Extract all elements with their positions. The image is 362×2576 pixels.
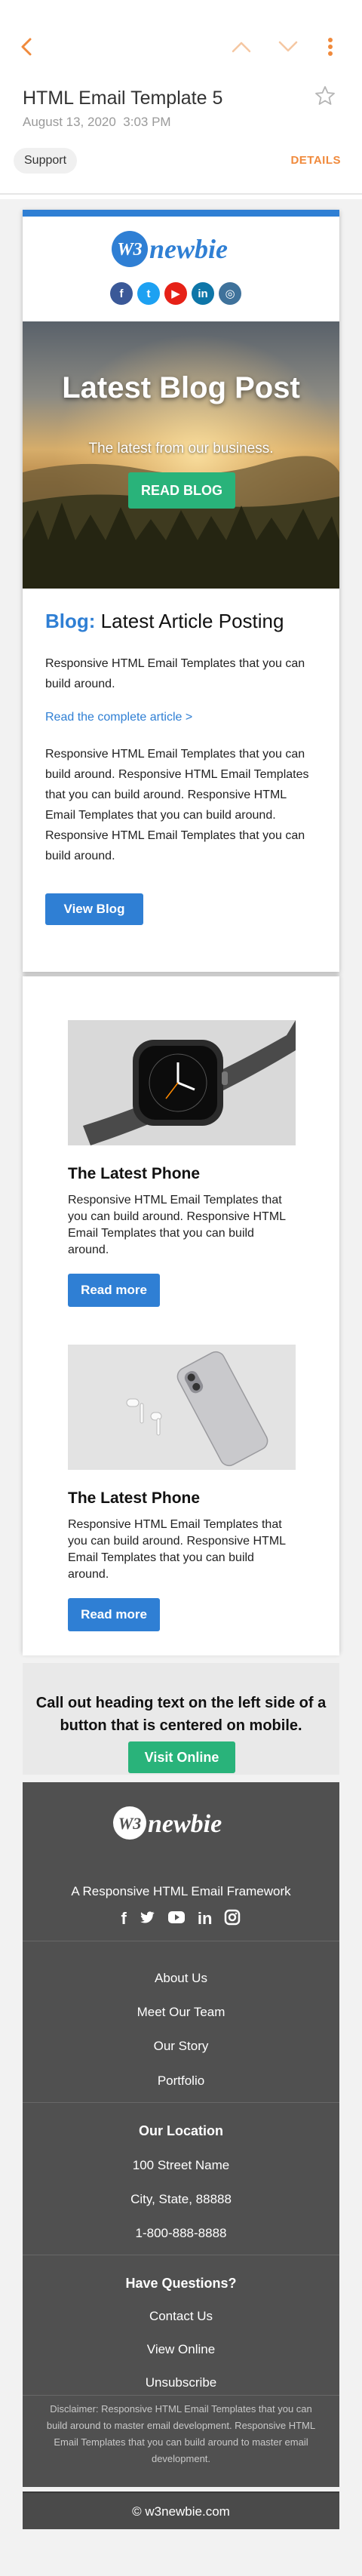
copyright-text[interactable]: © w3newbie.com: [23, 2491, 339, 2529]
instagram-icon[interactable]: [224, 1909, 241, 1932]
app-bar: [0, 0, 362, 100]
read-more-button[interactable]: Read more: [68, 1598, 160, 1631]
social-icons-row: f t ▶ in ◎: [110, 282, 253, 308]
phone-image: [68, 1345, 296, 1470]
twitter-icon[interactable]: [139, 1909, 155, 1932]
email-subject: HTML Email Template 5: [23, 88, 223, 109]
phone-number[interactable]: 1-800-888-8888: [0, 2226, 362, 2241]
read-blog-button[interactable]: READ BLOG: [128, 472, 235, 509]
twitter-icon[interactable]: t: [137, 282, 160, 305]
read-article-link[interactable]: Read the complete article >: [45, 711, 192, 724]
product-title: The Latest Phone: [68, 1165, 201, 1182]
star-icon[interactable]: [314, 85, 336, 107]
read-more-button[interactable]: Read more: [68, 1274, 160, 1307]
footer-divider: [23, 2395, 339, 2396]
footer-link-about[interactable]: About Us: [0, 1971, 362, 1986]
footer-link-story[interactable]: Our Story: [0, 2039, 362, 2054]
details-button[interactable]: DETAILS: [290, 154, 341, 167]
footer-link-portfolio[interactable]: Portfolio: [0, 2073, 362, 2089]
footer-logo[interactable]: W3 newbie: [106, 1802, 256, 1844]
blog-heading-text: Latest Article Posting: [100, 610, 284, 632]
footer-divider: [23, 2102, 339, 2103]
youtube-icon[interactable]: [167, 1909, 186, 1932]
label-chip[interactable]: Support: [14, 148, 78, 174]
questions-heading: Have Questions?: [125, 2276, 237, 2291]
contact-us-link[interactable]: Contact Us: [0, 2309, 362, 2324]
hero-title: Latest Blog Post: [62, 371, 300, 404]
blog-keyword: Blog:: [45, 610, 96, 632]
footer-logo-text: newbie: [148, 1810, 222, 1838]
callout-heading: Call out heading text on the left side o…: [35, 1695, 327, 1734]
next-message-icon[interactable]: [278, 39, 299, 54]
location-heading: Our Location: [139, 2123, 223, 2138]
view-online-link[interactable]: View Online: [0, 2342, 362, 2357]
back-arrow-icon[interactable]: [17, 36, 38, 57]
logo-badge: W3: [117, 240, 142, 260]
product-description: Responsive HTML Email Templates that you…: [68, 1518, 286, 1581]
facebook-icon[interactable]: f: [110, 282, 133, 305]
blog-heading: Blog: Latest Article Posting: [45, 610, 284, 633]
visit-online-button[interactable]: Visit Online: [128, 1741, 235, 1773]
date-value: August 13, 2020: [23, 115, 116, 129]
instagram-icon[interactable]: ◎: [219, 282, 241, 305]
address-street: 100 Street Name: [132, 2158, 230, 2172]
disclaimer-text: Disclaimer: Responsive HTML Email Templa…: [46, 2403, 316, 2464]
facebook-icon[interactable]: f: [121, 1909, 127, 1932]
email-date: August 13, 2020 3:03 PM: [23, 115, 171, 130]
smartwatch-image: [68, 1020, 296, 1145]
footer-link-team[interactable]: Meet Our Team: [0, 2005, 362, 2020]
view-blog-button[interactable]: View Blog: [45, 893, 143, 925]
header-divider: [0, 193, 362, 195]
footer-tagline: A Responsive HTML Email Framework: [71, 1884, 291, 1898]
previous-message-icon[interactable]: [231, 39, 252, 54]
unsubscribe-link[interactable]: Unsubscribe: [0, 2375, 362, 2390]
footer-logo-badge: W3: [118, 1814, 142, 1833]
footer-social-icons: f in: [113, 1909, 249, 1932]
time-value: 3:03 PM: [123, 115, 171, 129]
blog-body: Responsive HTML Email Templates that you…: [45, 748, 309, 862]
linkedin-icon[interactable]: in: [198, 1909, 213, 1932]
youtube-icon[interactable]: ▶: [164, 282, 187, 305]
w3newbie-logo[interactable]: W3 newbie: [90, 226, 272, 272]
hero-subtitle: The latest from our business.: [88, 441, 274, 456]
more-options-icon[interactable]: [324, 36, 336, 57]
product-title: The Latest Phone: [68, 1489, 201, 1507]
logo-text: newbie: [149, 234, 228, 264]
address-city: City, State, 88888: [130, 2192, 232, 2206]
product-description: Responsive HTML Email Templates that you…: [68, 1194, 286, 1256]
linkedin-icon[interactable]: in: [192, 282, 214, 305]
blog-intro: Responsive HTML Email Templates that you…: [45, 657, 305, 690]
